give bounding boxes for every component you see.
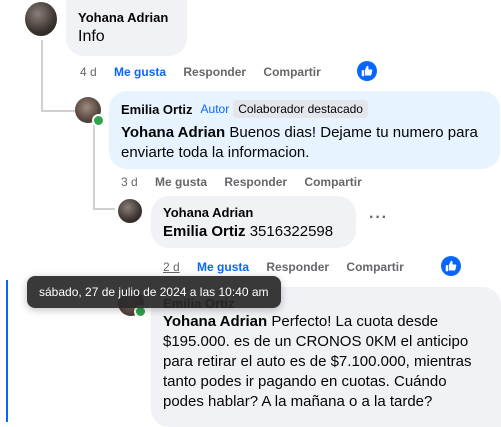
- thread-line: [93, 208, 115, 210]
- thread-line: [6, 280, 8, 422]
- thumbs-up-icon[interactable]: [357, 61, 377, 81]
- comment-timestamp[interactable]: 2 d: [163, 260, 180, 274]
- comment-text: Yohana Adrian Buenos dias! Dejame tu num…: [121, 124, 478, 161]
- author-label: Autor: [200, 102, 230, 116]
- comment-text: Yohana Adrian Perfecto! La cuota desde $…: [163, 313, 472, 410]
- comment-author[interactable]: Yohana Adrian: [163, 205, 344, 220]
- timestamp-tooltip: sábado, 27 de julio de 2024 a las 10:40 …: [27, 276, 281, 308]
- comment-author[interactable]: Emilia Ortiz: [121, 102, 193, 117]
- comment-text: Emilia Ortiz 3516322598: [163, 223, 334, 240]
- like-button[interactable]: Me gusta: [197, 260, 249, 274]
- more-options-icon[interactable]: ···: [369, 209, 388, 227]
- avatar[interactable]: [25, 2, 57, 36]
- comment-timestamp[interactable]: 4 d: [80, 65, 97, 79]
- mention[interactable]: Yohana Adrian: [121, 124, 225, 141]
- like-button[interactable]: Me gusta: [155, 175, 207, 189]
- comment-actions: 4 d Me gusta Responder Compartir: [80, 65, 335, 79]
- online-status-indicator: [92, 114, 105, 127]
- thread-line: [41, 110, 75, 112]
- comment-bubble: Yohana Adrian Emilia Ortiz 3516322598: [151, 196, 356, 248]
- comment-bubble: Yohana Adrian Info: [66, 0, 187, 56]
- mention[interactable]: Emilia Ortiz: [163, 223, 246, 240]
- reply-button[interactable]: Responder: [224, 175, 287, 189]
- share-button[interactable]: Compartir: [304, 175, 361, 189]
- comment-bubble: Emilia Ortiz Yohana Adrian Perfecto! La …: [151, 287, 501, 427]
- reply-button[interactable]: Responder: [266, 260, 329, 274]
- comment-actions: 3 d Me gusta Responder Compartir: [121, 175, 376, 189]
- avatar[interactable]: [118, 199, 142, 223]
- thread-line: [93, 125, 95, 210]
- share-button[interactable]: Compartir: [346, 260, 403, 274]
- reply-button[interactable]: Responder: [183, 65, 246, 79]
- comment-timestamp[interactable]: 3 d: [121, 175, 138, 189]
- comment-text: Info: [78, 28, 105, 45]
- status-badge: Colaborador destacado: [233, 100, 368, 118]
- thread-line: [41, 40, 43, 112]
- comment-author[interactable]: Yohana Adrian: [78, 10, 175, 25]
- comment-actions: 2 d Me gusta Responder Compartir: [163, 260, 418, 274]
- mention[interactable]: Yohana Adrian: [163, 313, 267, 330]
- share-button[interactable]: Compartir: [263, 65, 320, 79]
- thumbs-up-icon[interactable]: [441, 256, 461, 276]
- like-button[interactable]: Me gusta: [114, 65, 166, 79]
- comment-bubble: Emilia Ortiz Autor Colaborador destacado…: [109, 91, 500, 169]
